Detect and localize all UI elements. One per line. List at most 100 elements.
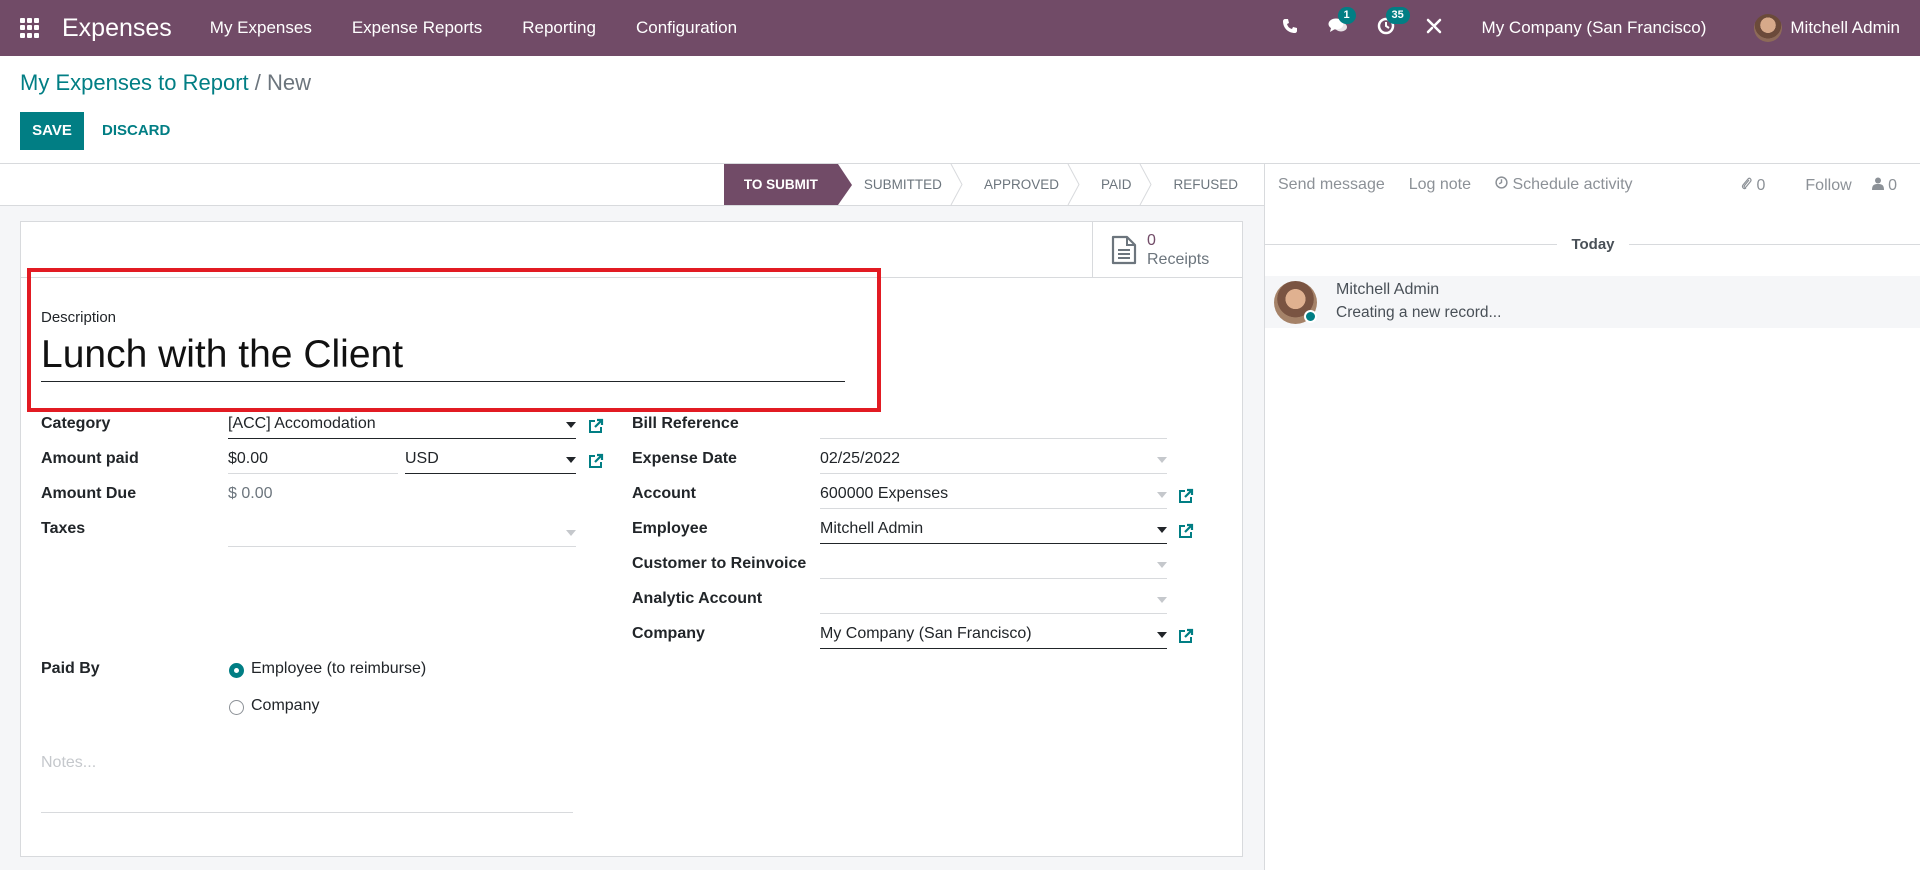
amount-due-value: $ 0.00 (228, 485, 273, 502)
user-avatar[interactable] (1754, 14, 1783, 42)
employee-field[interactable]: Mitchell Admin (820, 517, 1167, 544)
description-label: Description (41, 309, 117, 326)
taxes-label: Taxes (41, 520, 86, 537)
paid-by-company-radio[interactable] (229, 700, 244, 715)
top-navbar: Expenses My Expenses Expense Reports Rep… (0, 0, 1920, 56)
stage-refused[interactable]: REFUSED (1147, 164, 1254, 205)
employee-label: Employee (632, 520, 708, 537)
user-menu[interactable]: Mitchell Admin (1790, 18, 1900, 38)
schedule-activity-button[interactable]: Schedule activity (1495, 176, 1633, 194)
message-author[interactable]: Mitchell Admin (1336, 281, 1439, 299)
paid-by-employee-radio[interactable] (229, 663, 244, 678)
taxes-field[interactable] (228, 520, 576, 547)
send-message-button[interactable]: Send message (1278, 176, 1385, 194)
breadcrumb-current: New (267, 70, 312, 95)
phone-icon[interactable] (1280, 18, 1300, 39)
chatter-right-actions: 0 Follow 0 (1741, 164, 1920, 207)
followers-count: 0 (1888, 176, 1897, 194)
messages-icon[interactable]: 1 (1328, 6, 1356, 40)
date-divider-label: Today (1571, 235, 1615, 253)
amount-paid-label: Amount paid (41, 450, 139, 467)
systray: 1 35 My Company (San Francisco) Mitchell… (1266, 0, 1920, 56)
activities-icon[interactable]: 35 (1376, 6, 1410, 40)
chevron-down-icon[interactable] (1157, 457, 1167, 463)
chevron-down-icon[interactable] (1157, 632, 1167, 638)
paid-by-label: Paid By (41, 660, 100, 677)
menu-my-expenses[interactable]: My Expenses (190, 18, 332, 38)
debug-tools-icon[interactable] (1424, 17, 1444, 40)
company-field[interactable]: My Company (San Francisco) (820, 622, 1167, 649)
chatter-message: Mitchell Admin Creating a new record... (1265, 276, 1920, 328)
attachments-count: 0 (1756, 177, 1766, 194)
category-label: Category (41, 415, 111, 432)
save-button[interactable]: SAVE (20, 112, 84, 150)
app-name[interactable]: Expenses (62, 14, 172, 43)
chevron-down-icon[interactable] (1157, 492, 1167, 498)
breadcrumb-parent[interactable]: My Expenses to Report (20, 70, 249, 95)
paperclip-icon (1742, 177, 1752, 190)
chevron-down-icon[interactable] (1157, 527, 1167, 533)
external-link-icon[interactable] (588, 418, 604, 434)
chevron-down-icon[interactable] (1157, 597, 1167, 603)
expense-date-label: Expense Date (632, 450, 737, 467)
amount-due-label: Amount Due (41, 485, 137, 502)
stage-to-submit[interactable]: TO SUBMIT (723, 164, 852, 205)
stage-label: APPROVED (983, 177, 1059, 192)
status-bar: TO SUBMIT SUBMITTED APPROVED PAID REFUSE… (723, 164, 1254, 205)
company-switcher[interactable]: My Company (San Francisco) (1482, 18, 1707, 38)
account-label: Account (632, 485, 696, 502)
document-icon (1111, 235, 1137, 265)
log-note-button[interactable]: Log note (1409, 176, 1471, 194)
schedule-activity-label: Schedule activity (1512, 176, 1633, 193)
stage-paid[interactable]: PAID (1075, 164, 1153, 205)
stage-submitted[interactable]: SUBMITTED (838, 164, 963, 205)
external-link-icon[interactable] (1178, 628, 1194, 644)
stage-label: PAID (1100, 177, 1132, 192)
amount-paid-input[interactable]: $0.00 (228, 447, 398, 474)
currency-value: USD (405, 450, 439, 467)
chatter: Send message Log note Schedule activity … (1264, 163, 1920, 870)
bill-reference-input[interactable] (820, 412, 1167, 439)
attachments-button[interactable]: 0 (1741, 176, 1785, 195)
external-link-icon[interactable] (588, 453, 604, 469)
date-divider: Today (1265, 233, 1920, 255)
discard-button[interactable]: DISCARD (92, 112, 180, 150)
analytic-account-field[interactable] (820, 587, 1167, 614)
expense-date-input[interactable]: 02/25/2022 (820, 447, 1167, 474)
external-link-icon[interactable] (1178, 523, 1194, 539)
chevron-down-icon[interactable] (566, 422, 576, 428)
analytic-account-label: Analytic Account (632, 590, 763, 607)
currency-field[interactable]: USD (405, 447, 576, 474)
breadcrumb: My Expenses to Report / New (20, 70, 311, 96)
receipts-count: 0 (1147, 232, 1156, 249)
account-value: 600000 Expenses (820, 485, 949, 502)
amount-paid-value: $0.00 (228, 450, 269, 467)
receipts-label: Receipts (1147, 251, 1210, 268)
messages-badge: 1 (1337, 6, 1356, 24)
notes-textarea[interactable]: Notes... (41, 754, 573, 813)
form-statusbar-row: TO SUBMIT SUBMITTED APPROVED PAID REFUSE… (0, 163, 1264, 206)
employee-value: Mitchell Admin (820, 520, 924, 537)
chevron-down-icon[interactable] (1157, 562, 1167, 568)
customer-reinvoice-field[interactable] (820, 552, 1167, 579)
paid-by-employee-label[interactable]: Employee (to reimburse) (251, 660, 426, 678)
receipts-button[interactable]: 0 Receipts (1092, 222, 1242, 278)
chevron-down-icon[interactable] (566, 457, 576, 463)
chatter-topbar: Send message Log note Schedule activity … (1265, 163, 1920, 206)
follow-button[interactable]: Follow (1805, 177, 1851, 195)
menu-expense-reports[interactable]: Expense Reports (332, 18, 502, 38)
account-field[interactable]: 600000 Expenses (820, 482, 1167, 509)
external-link-icon[interactable] (1178, 488, 1194, 504)
menu-configuration[interactable]: Configuration (616, 18, 757, 38)
main-menu: My Expenses Expense Reports Reporting Co… (190, 18, 757, 38)
menu-reporting[interactable]: Reporting (502, 18, 616, 38)
chevron-down-icon[interactable] (566, 530, 576, 536)
apps-menu-icon[interactable] (20, 18, 40, 38)
description-input[interactable]: Lunch with the Client (41, 332, 845, 382)
stage-approved[interactable]: APPROVED (958, 164, 1080, 205)
user-icon (1871, 177, 1884, 190)
bill-reference-label: Bill Reference (632, 415, 739, 432)
paid-by-company-label[interactable]: Company (251, 697, 319, 715)
followers-button[interactable]: 0 (1871, 176, 1917, 195)
category-field[interactable]: [ACC] Accomodation (228, 412, 576, 439)
